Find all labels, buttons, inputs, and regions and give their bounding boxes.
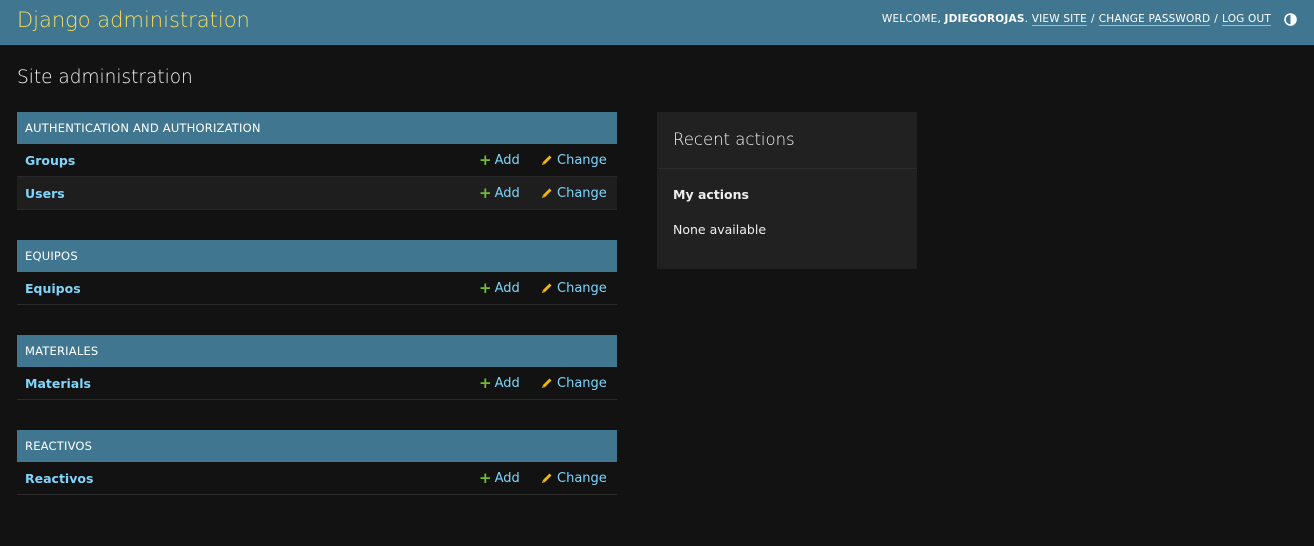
plus-icon: +: [479, 468, 492, 487]
model-link-reactivos[interactable]: Reactivos: [25, 471, 93, 486]
pencil-icon: [541, 377, 553, 389]
model-link-groups[interactable]: Groups: [25, 153, 75, 168]
separator: /: [1090, 13, 1095, 25]
change-groups-button[interactable]: Change: [541, 153, 607, 168]
model-link-equipos[interactable]: Equipos: [25, 281, 81, 296]
module-equipos: EQUIPOS Equipos + Add Change: [17, 240, 617, 305]
pencil-icon: [541, 282, 553, 294]
add-label: Add: [494, 185, 520, 201]
pencil-icon: [541, 187, 553, 199]
separator: /: [1214, 13, 1219, 25]
log-out-link[interactable]: LOG OUT: [1222, 13, 1271, 26]
add-label: Add: [494, 280, 520, 296]
site-branding[interactable]: Django administration: [17, 8, 250, 32]
change-users-button[interactable]: Change: [541, 186, 607, 201]
username-suffix: .: [1024, 13, 1029, 25]
plus-icon: +: [479, 150, 492, 169]
add-equipos-button[interactable]: + Add: [479, 278, 520, 297]
change-label: Change: [557, 152, 607, 168]
change-label: Change: [557, 375, 607, 391]
table-row: Equipos + Add Change: [17, 272, 617, 305]
add-label: Add: [494, 375, 520, 391]
add-label: Add: [494, 470, 520, 486]
module-reactivos: REACTIVOS Reactivos + Add Change: [17, 430, 617, 495]
my-actions-heading: My actions: [673, 187, 749, 202]
pencil-icon: [541, 154, 553, 166]
change-label: Change: [557, 470, 607, 486]
username: JDIEGOROJAS: [944, 13, 1025, 25]
add-materials-button[interactable]: + Add: [479, 373, 520, 392]
model-link-materials[interactable]: Materials: [25, 376, 91, 391]
welcome-text: WELCOME,: [881, 13, 941, 25]
module-caption[interactable]: REACTIVOS: [17, 430, 617, 462]
recent-actions-title: Recent actions: [657, 112, 917, 169]
module-materiales: MATERIALES Materials + Add Change: [17, 335, 617, 400]
model-link-users[interactable]: Users: [25, 186, 65, 201]
empty-actions-text: None available: [673, 222, 767, 237]
table-row: Groups + Add Change: [17, 144, 617, 177]
table-row: Materials + Add Change: [17, 367, 617, 400]
change-equipos-button[interactable]: Change: [541, 281, 607, 296]
add-groups-button[interactable]: + Add: [479, 150, 520, 169]
table-row: Users + Add Change: [17, 177, 617, 210]
module-caption[interactable]: MATERIALES: [17, 335, 617, 367]
theme-toggle-icon[interactable]: [1284, 12, 1297, 26]
change-password-link[interactable]: CHANGE PASSWORD: [1098, 13, 1211, 26]
add-label: Add: [494, 152, 520, 168]
module-caption[interactable]: AUTHENTICATION AND AUTHORIZATION: [17, 112, 617, 144]
page-title: Site administration: [17, 67, 193, 88]
module-auth: AUTHENTICATION AND AUTHORIZATION Groups …: [17, 112, 617, 210]
header: Django administration WELCOME, JDIEGOROJ…: [0, 0, 1314, 45]
add-users-button[interactable]: + Add: [479, 183, 520, 202]
plus-icon: +: [479, 278, 492, 297]
view-site-link[interactable]: VIEW SITE: [1031, 13, 1087, 26]
pencil-icon: [541, 472, 553, 484]
plus-icon: +: [479, 373, 492, 392]
plus-icon: +: [479, 183, 492, 202]
change-reactivos-button[interactable]: Change: [541, 471, 607, 486]
table-row: Reactivos + Add Change: [17, 462, 617, 495]
change-label: Change: [557, 185, 607, 201]
module-caption[interactable]: EQUIPOS: [17, 240, 617, 272]
change-materials-button[interactable]: Change: [541, 376, 607, 391]
recent-actions-panel: Recent actions My actions None available: [657, 112, 917, 269]
change-label: Change: [557, 280, 607, 296]
add-reactivos-button[interactable]: + Add: [479, 468, 520, 487]
user-tools: WELCOME, JDIEGOROJAS. VIEW SITE / CHANGE…: [882, 13, 1297, 26]
